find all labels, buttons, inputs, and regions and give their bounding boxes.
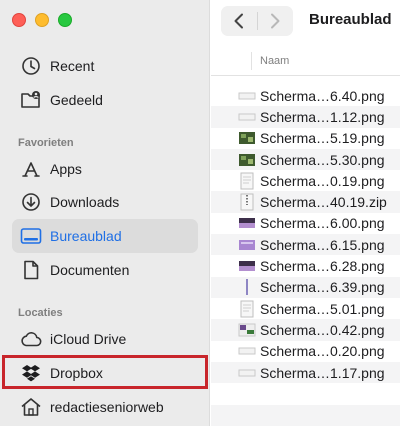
sidebar-item-label: Dropbox: [50, 365, 103, 381]
home-icon: [20, 396, 42, 418]
forward-button[interactable]: [257, 6, 293, 36]
file-thumbnail-icon: [238, 300, 256, 318]
file-row[interactable]: Scherma…0.19.png: [211, 170, 400, 191]
sidebar-item-home[interactable]: redactieseniorweb: [12, 390, 198, 424]
file-name: Scherma…6.40.png: [260, 87, 385, 104]
file-name: Scherma…6.15.png: [260, 236, 385, 253]
file-thumbnail-icon: [238, 111, 256, 123]
favorites-heading: Favorieten: [18, 137, 74, 149]
sidebar-item-dropbox[interactable]: Dropbox: [12, 356, 198, 390]
file-name: Scherma…6.00.png: [260, 215, 385, 232]
file-name: Scherma…0.19.png: [260, 172, 385, 189]
file-thumbnail-icon: [238, 345, 256, 357]
sidebar-item-label: redactieseniorweb: [50, 399, 164, 415]
file-name: Scherma…1.17.png: [260, 364, 385, 381]
file-row[interactable]: Scherma…0.42.png: [211, 319, 400, 341]
file-name: Scherma…6.28.png: [260, 258, 385, 275]
minimize-window-button[interactable]: [35, 13, 49, 27]
cloud-icon: [20, 328, 42, 350]
clock-icon: [20, 55, 42, 77]
file-name: Scherma…0.42.png: [260, 321, 385, 338]
file-thumbnail-icon: [238, 323, 256, 337]
desktop-icon: [20, 225, 42, 247]
file-row[interactable]: Scherma…5.01.png: [211, 298, 400, 319]
file-name: Scherma…5.30.png: [260, 151, 385, 168]
file-browser: Bureaublad Naam Scherma…6.40.png Scherma……: [211, 0, 400, 426]
sidebar-item-bureaublad[interactable]: Bureaublad: [12, 219, 198, 253]
file-thumbnail-icon: [238, 193, 256, 211]
file-thumbnail-icon: [238, 217, 256, 229]
list-filler: [211, 405, 400, 426]
file-thumbnail-icon: [238, 131, 256, 145]
column-divider: [251, 52, 252, 70]
column-header[interactable]: Naam: [211, 48, 400, 76]
window-title: Bureaublad: [309, 11, 392, 28]
file-thumbnail-icon: [238, 367, 256, 379]
file-thumbnail-icon: [238, 153, 256, 167]
file-list: Scherma…6.40.png Scherma…1.12.png Scherma……: [211, 85, 400, 384]
file-name: Scherma…0.20.png: [260, 343, 385, 360]
sidebar-item-label: Bureaublad: [50, 228, 122, 244]
file-row[interactable]: Scherma…1.12.png: [211, 106, 400, 128]
file-row[interactable]: Scherma…6.39.png: [211, 276, 400, 298]
sidebar-item-recent[interactable]: Recent: [12, 49, 198, 83]
file-name: Scherma…1.12.png: [260, 108, 385, 125]
file-name: Scherma…40.19.zip: [260, 194, 387, 211]
file-thumbnail-icon: [238, 172, 256, 190]
download-icon: [20, 191, 42, 213]
sidebar-item-gedeeld[interactable]: Gedeeld: [12, 83, 198, 117]
file-row[interactable]: Scherma…5.30.png: [211, 148, 400, 171]
file-name: Scherma…6.39.png: [260, 279, 385, 296]
chevron-left-icon: [234, 13, 243, 29]
file-row[interactable]: Scherma…5.19.png: [211, 128, 400, 149]
sidebar-item-icloud-drive[interactable]: iCloud Drive: [12, 322, 198, 356]
file-row[interactable]: Scherma…40.19.zip: [211, 191, 400, 213]
file-row[interactable]: Scherma…6.15.png: [211, 234, 400, 256]
toolbar: Bureaublad: [211, 0, 400, 44]
apps-icon: [20, 158, 42, 180]
document-icon: [20, 259, 42, 281]
sidebar-item-label: iCloud Drive: [50, 331, 127, 347]
sidebar-item-label: Recent: [50, 58, 95, 74]
chevron-right-icon: [271, 13, 280, 29]
sidebar-item-documenten[interactable]: Documenten: [12, 253, 198, 287]
zoom-window-button[interactable]: [58, 13, 72, 27]
shared-folder-icon: [20, 89, 42, 111]
sidebar-item-downloads[interactable]: Downloads: [12, 185, 198, 219]
file-thumbnail-icon: [238, 239, 256, 251]
dropbox-icon: [20, 362, 42, 384]
file-row[interactable]: Scherma…0.20.png: [211, 341, 400, 362]
file-row[interactable]: Scherma…6.28.png: [211, 255, 400, 276]
file-name: Scherma…5.19.png: [260, 130, 385, 147]
sidebar: Recent Gedeeld Favorieten Apps Downloads…: [0, 0, 210, 426]
sidebar-item-label: Gedeeld: [50, 92, 103, 108]
back-button[interactable]: [221, 6, 257, 36]
sidebar-item-label: Documenten: [50, 262, 130, 278]
file-row[interactable]: Scherma…1.17.png: [211, 361, 400, 384]
column-header-name[interactable]: Naam: [260, 55, 289, 67]
file-row[interactable]: Scherma…6.00.png: [211, 213, 400, 234]
sidebar-item-apps[interactable]: Apps: [12, 152, 198, 186]
sidebar-item-label: Apps: [50, 161, 82, 177]
sidebar-item-label: Downloads: [50, 194, 120, 210]
locations-heading: Locaties: [18, 307, 63, 319]
window-controls: [12, 13, 72, 27]
file-row[interactable]: Scherma…6.40.png: [211, 85, 400, 106]
file-name: Scherma…5.01.png: [260, 300, 385, 317]
file-thumbnail-icon: [238, 90, 256, 102]
close-window-button[interactable]: [12, 13, 26, 27]
navigation-buttons: [221, 6, 293, 36]
file-thumbnail-icon: [238, 278, 256, 296]
file-thumbnail-icon: [238, 260, 256, 272]
